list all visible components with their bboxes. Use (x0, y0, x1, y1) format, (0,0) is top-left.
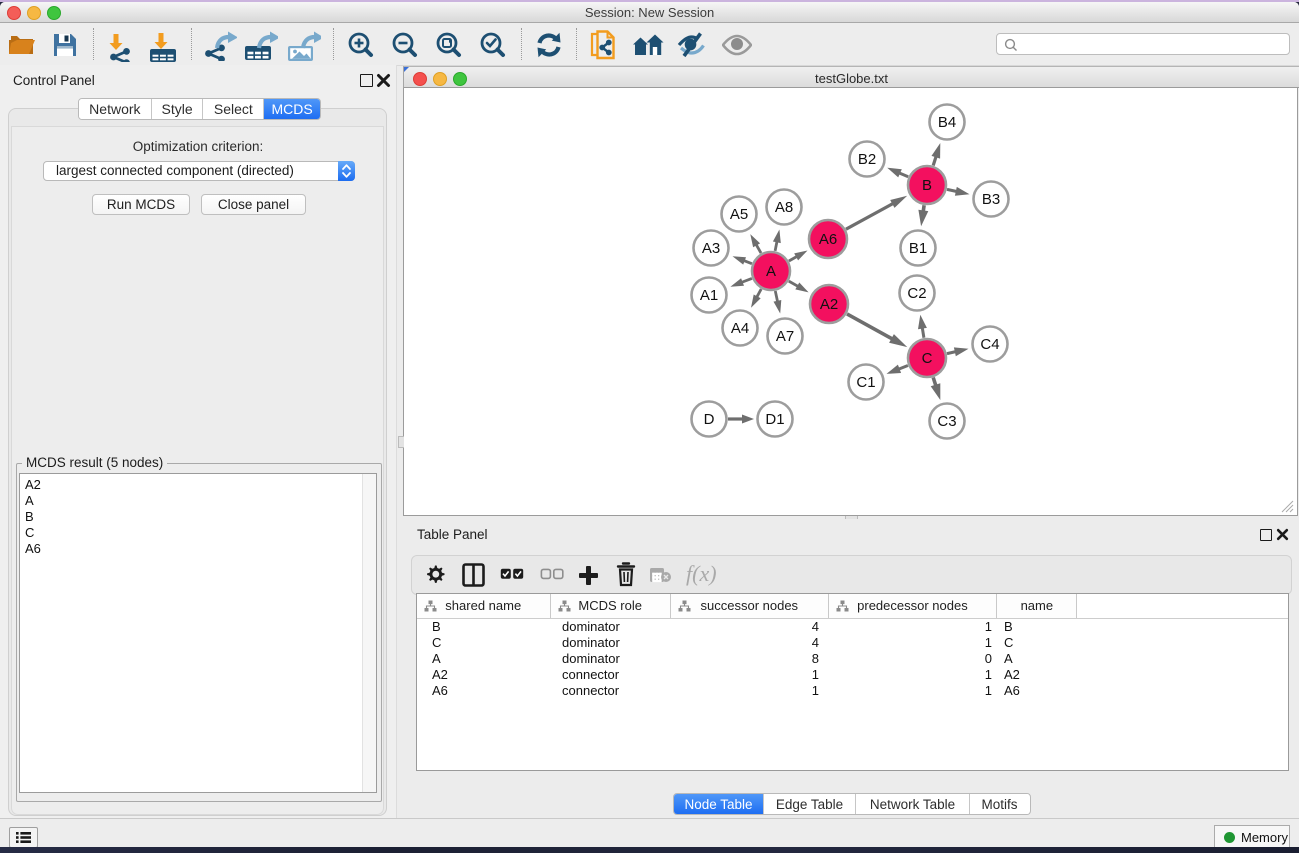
svg-text:B3: B3 (982, 191, 1000, 208)
svg-text:A2: A2 (820, 296, 838, 313)
svg-text:B2: B2 (858, 151, 876, 168)
svg-text:A5: A5 (730, 206, 748, 223)
svg-text:C2: C2 (907, 285, 926, 302)
svg-text:A3: A3 (702, 240, 720, 257)
svg-text:A: A (766, 263, 776, 280)
svg-text:B: B (922, 177, 932, 194)
svg-text:B4: B4 (938, 114, 956, 131)
svg-text:A8: A8 (775, 199, 793, 216)
svg-text:D1: D1 (765, 411, 784, 428)
svg-text:D: D (704, 411, 715, 428)
svg-text:C3: C3 (937, 413, 956, 430)
svg-text:A6: A6 (819, 231, 837, 248)
svg-text:A4: A4 (731, 320, 749, 337)
svg-text:C1: C1 (856, 374, 875, 391)
svg-text:A7: A7 (776, 328, 794, 345)
svg-text:A1: A1 (700, 287, 718, 304)
svg-text:C: C (922, 350, 933, 367)
svg-text:B1: B1 (909, 240, 927, 257)
svg-text:C4: C4 (980, 336, 999, 353)
